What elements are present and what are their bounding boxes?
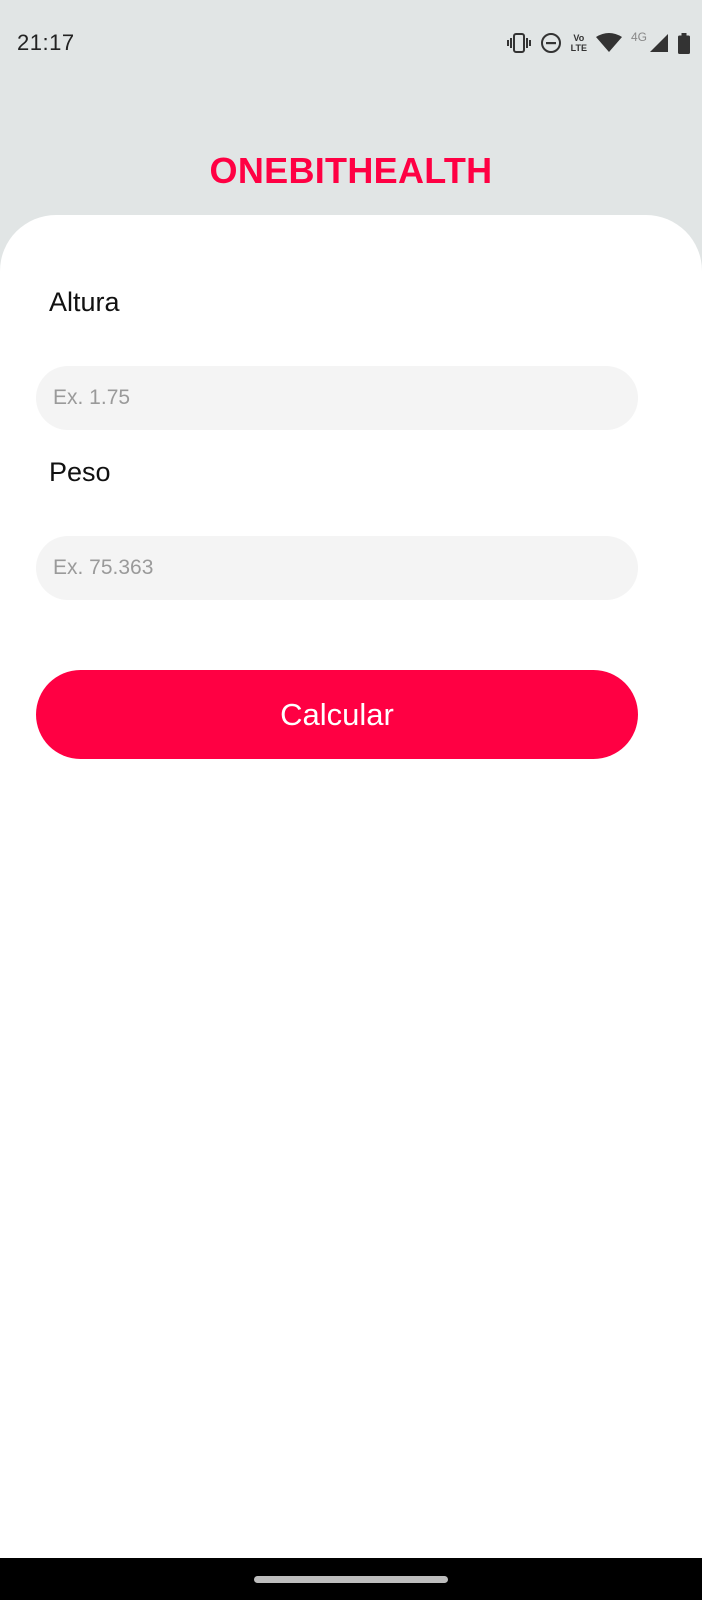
volte-bottom-label: LTE	[570, 43, 587, 53]
form-card: Altura Peso Calcular	[0, 215, 702, 1558]
home-indicator[interactable]	[254, 1576, 448, 1583]
weight-label: Peso	[49, 457, 111, 487]
weight-input[interactable]	[36, 536, 638, 600]
status-icons: Vo LTE 4G	[498, 28, 690, 58]
network-4g-icon: 4G	[630, 30, 647, 44]
wifi-icon	[595, 33, 622, 53]
app-title: ONEBITHEALTH	[209, 150, 493, 191]
height-label: Altura	[49, 287, 120, 317]
do-not-disturb-icon	[540, 32, 562, 54]
vibrate-icon	[506, 33, 531, 53]
height-input[interactable]	[36, 366, 638, 430]
navigation-bar	[0, 1558, 702, 1600]
volte-top-label: Vo	[573, 33, 585, 43]
volte-icon: Vo LTE	[571, 33, 587, 53]
battery-icon	[678, 32, 690, 54]
status-time: 21:17	[17, 30, 75, 55]
status-bar: 21:17 Vo LTE 4G	[0, 0, 702, 88]
cell-signal-icon	[649, 33, 669, 53]
calculate-button[interactable]: Calcular	[36, 670, 638, 759]
